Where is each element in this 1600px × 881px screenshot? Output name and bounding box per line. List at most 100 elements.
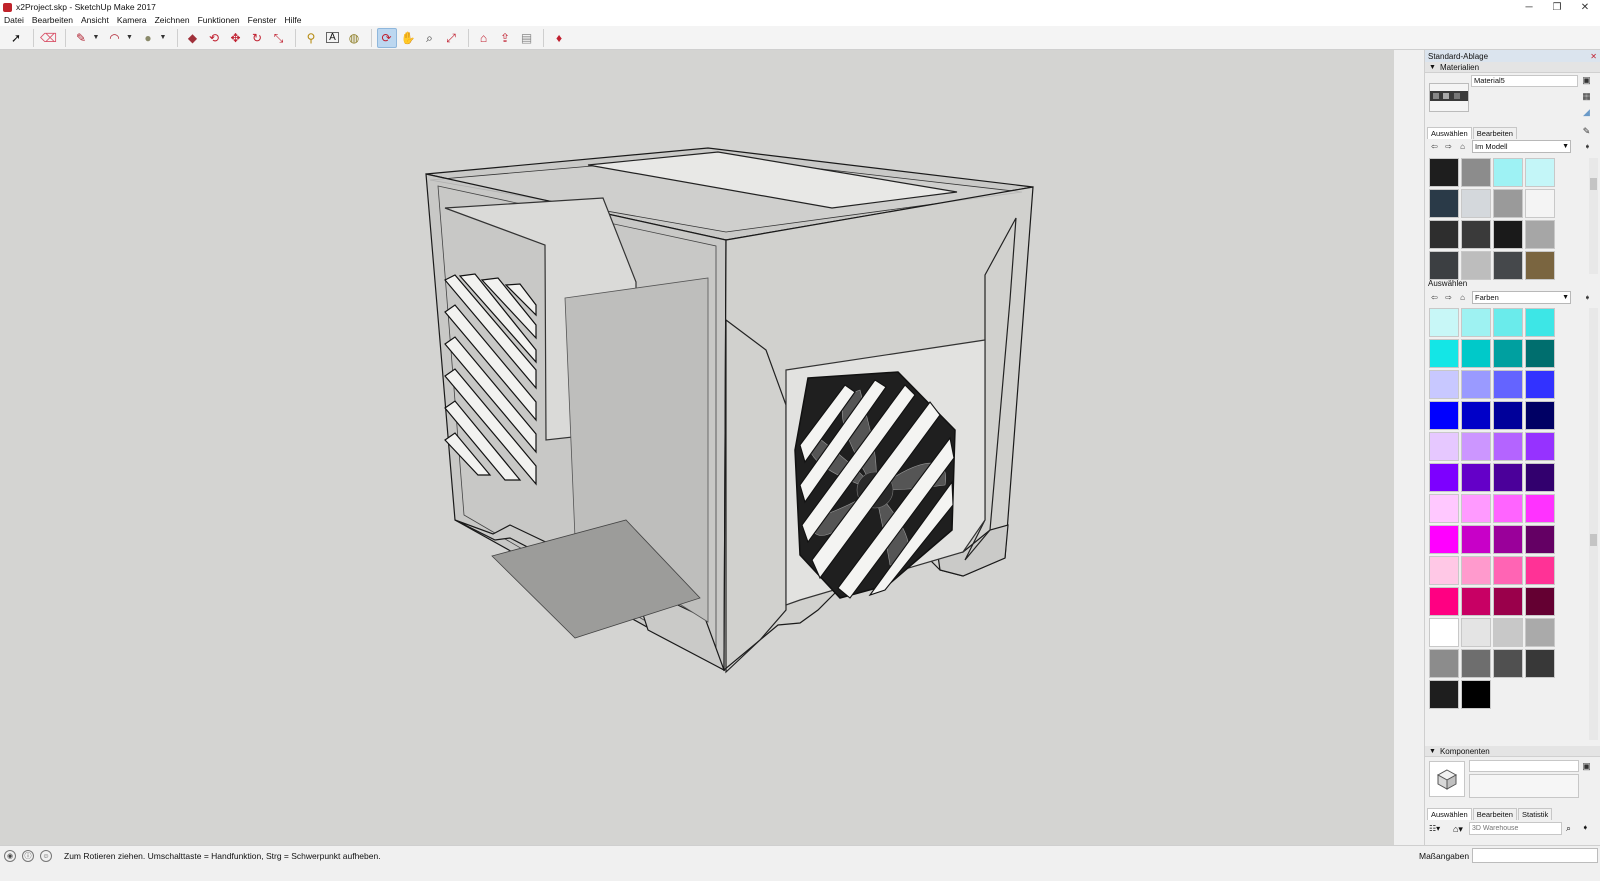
text-tool-button[interactable]: A [323,28,343,48]
default-material-icon[interactable]: ◢ [1581,107,1592,118]
color-swatch[interactable] [1525,308,1555,337]
material-swatch[interactable] [1525,158,1555,187]
color-swatch[interactable] [1429,339,1459,368]
color-swatch[interactable] [1493,649,1523,678]
menu-zeichnen[interactable]: Zeichnen [155,15,190,25]
color-swatch[interactable] [1525,556,1555,585]
material-thumbnail[interactable] [1429,83,1469,112]
colors-scrollbar[interactable] [1589,308,1598,740]
color-swatch[interactable] [1525,370,1555,399]
color-swatch[interactable] [1493,587,1523,616]
color-swatch[interactable] [1461,525,1491,554]
color-swatch[interactable] [1429,525,1459,554]
home-icon[interactable]: ⌂ [1457,292,1468,303]
orbit-tool-button[interactable]: ⟳ [376,27,397,48]
menu-ansicht[interactable]: Ansicht [81,15,109,25]
user-account-icon[interactable]: ☺ [40,850,52,862]
color-swatch[interactable] [1493,556,1523,585]
details-arrow-icon[interactable]: ➧ [1582,292,1593,303]
select-tool-button[interactable]: ➚ [6,28,26,48]
components-panel-header[interactable]: ▼ Komponenten [1425,746,1600,757]
color-swatch[interactable] [1461,680,1491,709]
material-swatch[interactable] [1525,220,1555,249]
home-icon[interactable]: ⌂▾ [1453,824,1463,835]
component-thumbnail[interactable] [1429,761,1465,797]
color-swatch[interactable] [1493,525,1523,554]
material-swatch[interactable] [1461,251,1491,280]
extension-warehouse-button[interactable]: ▤ [517,28,537,48]
color-swatch[interactable] [1429,587,1459,616]
color-swatch[interactable] [1461,618,1491,647]
color-swatch[interactable] [1461,432,1491,461]
share-model-button[interactable]: ⇪ [495,28,515,48]
component-description-field[interactable] [1469,774,1579,798]
color-swatch[interactable] [1525,494,1555,523]
credits-icon[interactable]: ⓘ [22,850,34,862]
color-swatch[interactable] [1525,618,1555,647]
color-swatch[interactable] [1461,556,1491,585]
warehouse-button[interactable]: ⌂ [474,28,494,48]
color-swatch[interactable] [1429,556,1459,585]
menu-kamera[interactable]: Kamera [117,15,147,25]
component-name-field[interactable] [1469,760,1579,772]
measurements-input[interactable] [1472,848,1598,863]
materials-scrollbar[interactable] [1589,158,1598,274]
pan-tool-button[interactable]: ✋ [398,28,418,48]
arc-dropdown-arrow[interactable]: ▼ [126,34,134,41]
rotate-tool-button[interactable]: ↻ [247,28,267,48]
sample-paint-icon[interactable]: ✎ [1581,126,1592,137]
color-swatch[interactable] [1429,649,1459,678]
color-swatch[interactable] [1461,370,1491,399]
collection-select[interactable]: Im Modell ▼ [1472,140,1571,153]
back-arrow-icon[interactable]: ⇦ [1429,141,1440,152]
color-swatch[interactable] [1429,308,1459,337]
color-swatch[interactable] [1525,525,1555,554]
color-swatch[interactable] [1525,432,1555,461]
details-arrow-icon[interactable]: ➧ [1582,823,1589,832]
pencil-dropdown-arrow[interactable]: ▼ [93,34,101,41]
geo-location-icon[interactable]: ◉ [4,850,16,862]
color-swatch[interactable] [1493,618,1523,647]
shape-tool-button[interactable]: ● [138,28,158,48]
color-swatch[interactable] [1429,432,1459,461]
color-swatch[interactable] [1493,463,1523,492]
menu-bearbeiten[interactable]: Bearbeiten [32,15,73,25]
color-swatch[interactable] [1461,494,1491,523]
material-swatch[interactable] [1493,189,1523,218]
zoom-tool-button[interactable]: ⌕ [420,28,440,48]
zoom-extents-button[interactable]: ⤢ [441,28,461,48]
close-button[interactable]: ✕ [1571,0,1599,14]
menu-fenster[interactable]: Fenster [248,15,277,25]
menu-funktionen[interactable]: Funktionen [198,15,240,25]
minimize-button[interactable]: ─ [1515,0,1543,14]
material-swatch[interactable] [1429,220,1459,249]
materials-panel-header[interactable]: ▼ Materialien [1425,62,1600,73]
color-swatch[interactable] [1429,401,1459,430]
create-material-icon[interactable]: ▣ [1581,75,1592,86]
pushpull-tool-button[interactable]: ◆ [183,28,203,48]
component-options-icon[interactable]: ▣ [1581,761,1592,772]
back-arrow-icon[interactable]: ⇦ [1429,292,1440,303]
scale-tool-button[interactable]: ⤡ [269,28,289,48]
color-swatch[interactable] [1525,339,1555,368]
details-arrow-icon[interactable]: ➧ [1582,141,1593,152]
material-swatch[interactable] [1525,251,1555,280]
color-swatch[interactable] [1525,587,1555,616]
color-swatch[interactable] [1429,494,1459,523]
material-swatch[interactable] [1429,158,1459,187]
material-swatch[interactable] [1461,220,1491,249]
color-swatch[interactable] [1461,339,1491,368]
pencil-tool-button[interactable]: ✎ [71,28,91,48]
model-viewport[interactable] [0,50,1394,845]
colors-collection-select[interactable]: Farben ▼ [1472,291,1571,304]
color-swatch[interactable] [1429,680,1459,709]
move-tool-button[interactable]: ✥ [226,28,246,48]
forward-arrow-icon[interactable]: ⇨ [1443,292,1454,303]
color-swatch[interactable] [1493,308,1523,337]
warehouse-search-input[interactable] [1469,822,1562,835]
tray-close-icon[interactable]: ✕ [1590,52,1597,61]
material-swatch[interactable] [1525,189,1555,218]
color-swatch[interactable] [1429,463,1459,492]
tab-bearbeiten[interactable]: Bearbeiten [1472,127,1517,139]
home-icon[interactable]: ⌂ [1457,141,1468,152]
